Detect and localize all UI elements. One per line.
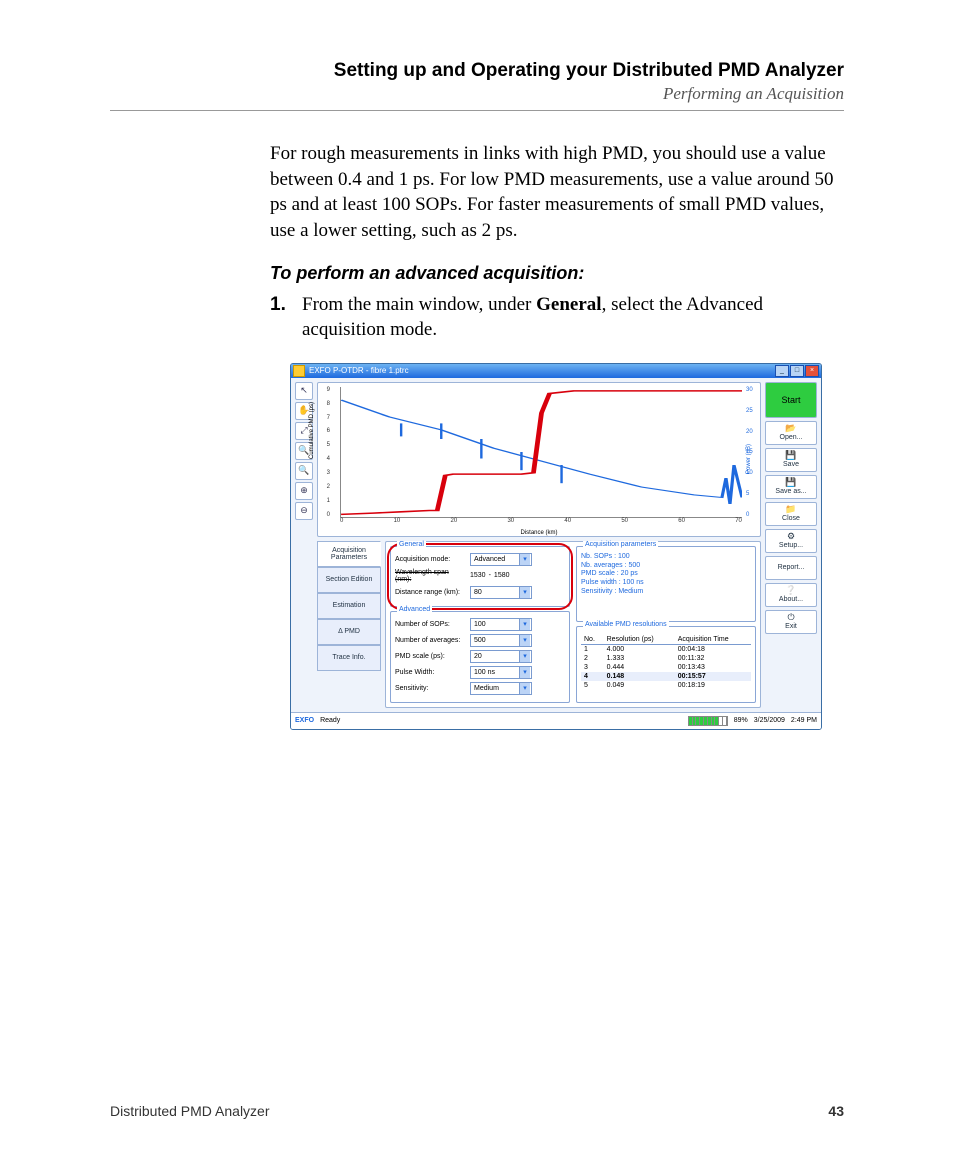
brand-label: EXFO — [295, 717, 314, 724]
step-text: From the main window, under General, sel… — [302, 292, 844, 343]
footer-product: Distributed PMD Analyzer — [110, 1103, 270, 1119]
help-icon: ❔ — [785, 586, 796, 595]
resolutions-legend: Available PMD resolutions — [583, 621, 669, 628]
tab-section-edition[interactable]: Section Edition — [317, 567, 381, 593]
table-row[interactable]: 40.14800:15:57 — [581, 672, 751, 681]
divider — [110, 110, 844, 111]
close-button[interactable]: × — [805, 365, 819, 377]
window-title: EXFO P-OTDR - fibre 1.ptrc — [309, 366, 409, 375]
save-button[interactable]: 💾Save — [765, 448, 817, 472]
advanced-legend: Advanced — [397, 606, 432, 613]
power-icon: ⏻ — [787, 613, 794, 622]
acq-mode-select[interactable]: Advanced — [470, 553, 532, 566]
section-title: Performing an Acquisition — [110, 84, 844, 104]
averages-select[interactable]: 500 — [470, 634, 532, 647]
zoom-in-tool-icon[interactable]: ⊕ — [295, 482, 313, 500]
cursor-tool-icon[interactable]: ↖ — [295, 382, 313, 400]
status-ready: Ready — [320, 717, 340, 724]
app-icon — [293, 365, 305, 377]
table-row[interactable]: 14.00000:04:18 — [581, 645, 751, 655]
titlebar: EXFO P-OTDR - fibre 1.ptrc _ □ × — [291, 364, 821, 378]
acq-mode-label: Acquisition mode: — [395, 556, 467, 563]
x-axis-ticks: 010203040506070 — [340, 518, 742, 526]
side-tabs: Acquisition Parameters Section Edition E… — [317, 541, 381, 671]
wavelength-label: Wavelength span (nm): — [395, 569, 467, 583]
sensitivity-select[interactable]: Medium — [470, 682, 532, 695]
general-fieldset: General Acquisition mode: Advanced Wavel… — [390, 546, 570, 607]
save-as-icon: 💾 — [785, 478, 796, 487]
tab-estimation[interactable]: Estimation — [317, 593, 381, 619]
pulse-width-select[interactable]: 100 ns — [470, 666, 532, 679]
tab-acquisition-parameters[interactable]: Acquisition Parameters — [317, 541, 381, 567]
zoom-y-tool-icon[interactable]: 🔍 — [295, 462, 313, 480]
minimize-button[interactable]: _ — [775, 365, 789, 377]
close-file-button[interactable]: 📁Close — [765, 502, 817, 526]
save-as-button[interactable]: 💾Save as... — [765, 475, 817, 499]
status-bar: EXFO Ready 89% 3/25/2009 2:49 PM — [291, 712, 821, 729]
battery-percent: 89% — [734, 717, 748, 724]
exit-button[interactable]: ⏻Exit — [765, 610, 817, 634]
tab-delta-pmd[interactable]: Δ PMD — [317, 619, 381, 645]
table-row[interactable]: 30.44400:13:43 — [581, 663, 751, 672]
chart: 9876543210 302520151050 Cumulative PMD (… — [317, 382, 761, 537]
status-date: 3/25/2009 — [754, 717, 785, 724]
save-icon: 💾 — [785, 451, 796, 460]
task-heading: To perform an advanced acquisition: — [270, 263, 844, 284]
maximize-button[interactable]: □ — [790, 365, 804, 377]
tab-trace-info[interactable]: Trace Info. — [317, 645, 381, 671]
general-legend: General — [397, 541, 426, 548]
open-button[interactable]: 📂Open... — [765, 421, 817, 445]
distance-range-label: Distance range (km): — [395, 589, 467, 596]
table-row[interactable]: 21.33300:11:32 — [581, 654, 751, 663]
table-row[interactable]: 50.04900:18:19 — [581, 681, 751, 690]
y-axis-ticks: 9876543210 — [320, 387, 330, 518]
status-time: 2:49 PM — [791, 717, 817, 724]
acq-params-fieldset: Acquisition parameters Nb. SOPs : 100 Nb… — [576, 546, 756, 623]
resolutions-fieldset: Available PMD resolutions No. Resolution… — [576, 626, 756, 703]
plot-area — [340, 387, 742, 518]
start-button[interactable]: Start — [765, 382, 817, 418]
sops-select[interactable]: 100 — [470, 618, 532, 631]
battery-icon — [688, 716, 728, 726]
body-paragraph: For rough measurements in links with hig… — [270, 141, 844, 244]
about-button[interactable]: ❔About... — [765, 583, 817, 607]
step-1: 1. From the main window, under General, … — [270, 292, 844, 343]
report-button[interactable]: Report... — [765, 556, 817, 580]
distance-range-select[interactable]: 80 — [470, 586, 532, 599]
y2-axis-label: Power (dB) — [746, 444, 752, 474]
resolutions-table: No. Resolution (ps) Acquisition Time 14.… — [581, 635, 751, 690]
close-file-icon: 📁 — [785, 505, 796, 514]
app-window: EXFO P-OTDR - fibre 1.ptrc _ □ × ↖ ✋ ⤢ 🔍… — [290, 363, 822, 730]
pmd-scale-select[interactable]: 20 — [470, 650, 532, 663]
right-controls: Start 📂Open... 💾Save 💾Save as... 📁Close … — [765, 382, 817, 708]
setup-icon: ⚙ — [787, 532, 795, 541]
setup-button[interactable]: ⚙Setup... — [765, 529, 817, 553]
page-footer: Distributed PMD Analyzer 43 — [110, 1103, 844, 1119]
page-number: 43 — [828, 1103, 844, 1119]
y-axis-label: Cumulative PMD (ps) — [309, 402, 315, 459]
acq-params-legend: Acquisition parameters — [583, 541, 658, 548]
folder-open-icon: 📂 — [785, 424, 796, 433]
zoom-out-tool-icon[interactable]: ⊖ — [295, 502, 313, 520]
advanced-fieldset: Advanced Number of SOPs:100 Number of av… — [390, 611, 570, 703]
chapter-title: Setting up and Operating your Distribute… — [110, 60, 844, 82]
step-number: 1. — [270, 292, 288, 343]
x-axis-label: Distance (km) — [318, 530, 760, 536]
